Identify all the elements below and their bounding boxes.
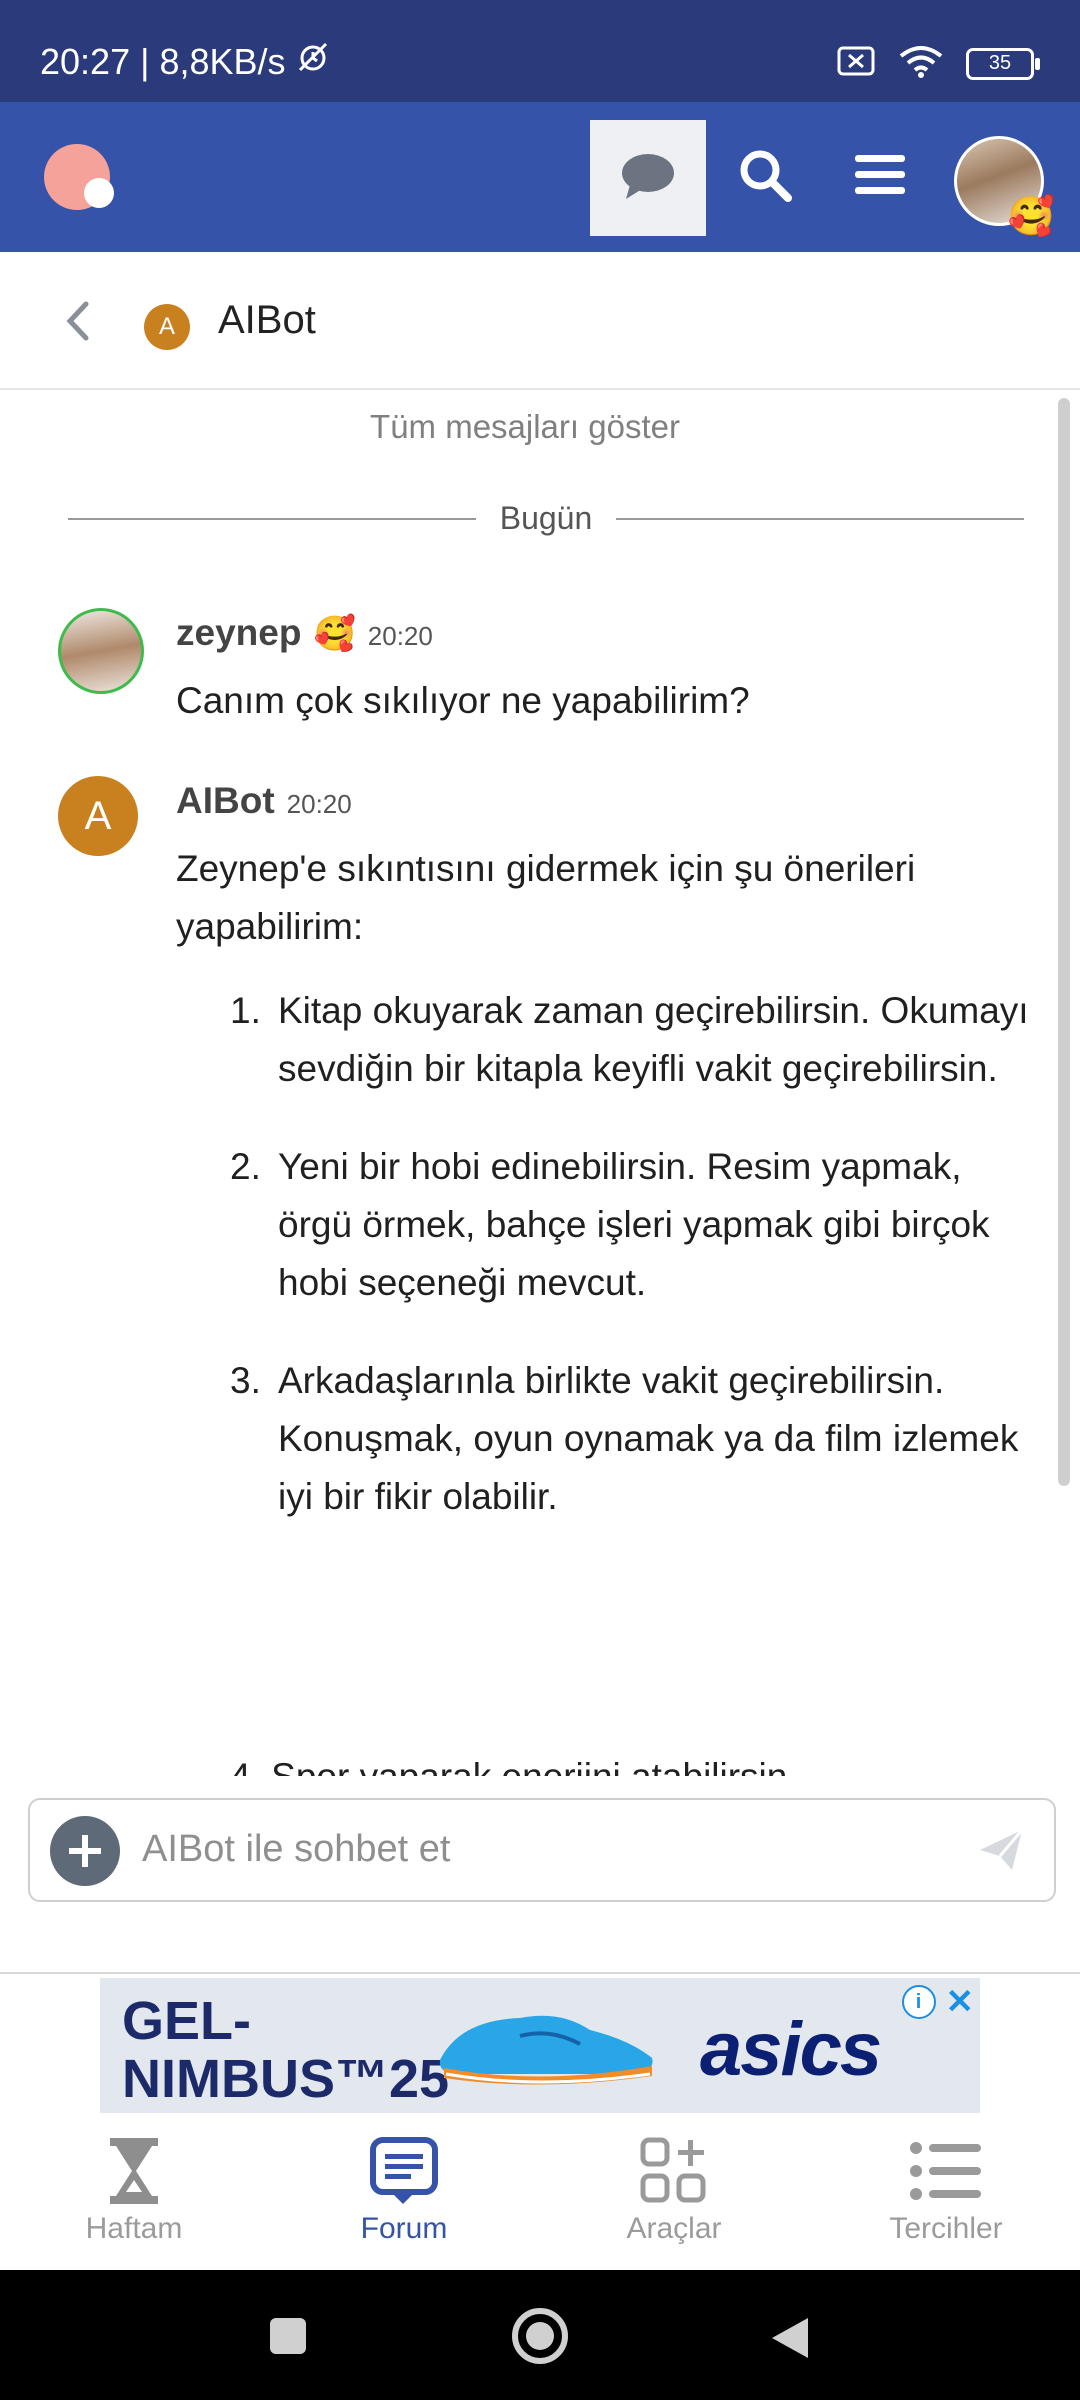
tools-grid-icon [574,2134,774,2208]
list-item-partial: 4. Spor yaparak enerjini atabilirsin. [230,1752,1030,1776]
ad-close-icon[interactable]: ✕ [946,1982,975,2022]
ad-brand: asics [700,2007,882,2092]
ad-product-name: GEL- NIMBUS™25 [122,1992,449,2108]
message-meta: zeynep 🥰 20:20 [176,612,433,654]
send-button[interactable] [978,1828,1024,1877]
search-button[interactable] [730,142,800,212]
ad-line2: NIMBUS™25 [122,2049,450,2109]
status-left: 20:27 | 8,8KB/s [40,40,330,83]
hamburger-icon [855,153,905,202]
message-text: Canım çok sıkılıyor ne yapabilirim? [176,680,750,721]
message-user: zeynep 🥰 20:20 Canım çok sıkılıyor ne ya… [58,608,1018,728]
composer: AIBot ile sohbet et [0,1776,1080,1974]
plus-icon [67,1820,103,1882]
send-icon [978,1829,1024,1876]
status-bar: 20:27 | 8,8KB/s 35 [0,0,1080,102]
nav-araclar[interactable]: Araçlar [574,2134,774,2246]
nav-label: Tercihler [889,2212,1003,2245]
chat-header: A AIBot [0,252,1080,390]
chevron-left-icon [62,301,92,350]
list-number: 3. [230,1360,261,1401]
nav-label: Forum [360,2212,448,2245]
nav-tercihler[interactable]: Tercihler [846,2134,1046,2246]
profile-avatar[interactable]: 🥰 [954,136,1055,238]
app-logo[interactable] [44,144,114,210]
home-button[interactable] [510,2306,570,2371]
alarm-off-icon [296,40,330,83]
back-system-button[interactable] [768,2314,812,2367]
show-all-messages-link[interactable]: Tüm mesajları göster [0,408,1050,446]
list-text: Spor yaparak enerjini atabilirsin. [271,1756,798,1776]
list-number: 1. [230,990,261,1031]
nav-label: Araçlar [626,2212,722,2245]
status-time-speed: 20:27 | 8,8KB/s [40,40,286,82]
recents-button[interactable] [268,2316,308,2361]
suggestion-list: 1. Kitap okuyarak zaman geçirebilirsin. … [230,982,1030,1566]
divider-line [68,517,476,520]
status-right: 35 [836,44,1040,83]
list-item: 1. Kitap okuyarak zaman geçirebilirsin. … [230,982,1030,1098]
list-text: Arkadaşlarınla birlikte vakit geçirebili… [278,1360,1019,1517]
header-avatar: A [144,304,190,350]
ad-controls: i ✕ [901,1982,975,2022]
shoe-image [439,2015,653,2085]
divider-line [616,517,1024,520]
message-time: 20:20 [286,789,352,819]
list-number: 4. [230,1756,261,1776]
add-attachment-button[interactable] [50,1816,120,1886]
date-divider: Bugün [68,500,1024,537]
hourglass-icon [34,2134,234,2208]
chat-bubble-icon [620,151,676,206]
square-icon [268,2318,308,2360]
chat-title: AIBot [218,298,316,342]
wifi-icon [898,44,944,83]
bottom-nav: Haftam Forum Araçlar Tercihler [0,2116,1080,2270]
nav-forum[interactable]: Forum [304,2134,504,2246]
forum-icon [304,2134,504,2208]
nav-label: Haftam [85,2212,183,2245]
list-text: Kitap okuyarak zaman geçirebilirsin. Oku… [278,990,1029,1089]
message-time: 20:20 [367,621,433,651]
date-label: Bugün [499,500,593,536]
bot-avatar[interactable]: A [58,776,138,856]
message-text: Zeynep'e sıkıntısını gidermek için şu ön… [176,848,916,947]
home-circle-icon [510,2308,570,2370]
back-button[interactable] [62,296,92,351]
nav-haftam[interactable]: Haftam [34,2134,234,2246]
list-item: 2. Yeni bir hobi edinebilirsin. Resim ya… [230,1138,1030,1312]
battery-icon: 35 [966,47,1040,80]
list-text: Yeni bir hobi edinebilirsin. Resim yapma… [278,1146,990,1303]
ad-line1: GEL- [122,1991,251,2051]
app-bar: 🥰 [0,102,1080,252]
author-emoji-icon: 🥰 [313,615,356,653]
list-number: 2. [230,1146,261,1187]
system-navigation-bar [0,2270,1080,2400]
author-name[interactable]: zeynep [176,612,301,654]
smiling-hearts-emoji-icon: 🥰 [1007,196,1055,238]
input-placeholder: AIBot ile sohbet et [142,1828,451,1870]
menu-button[interactable] [845,142,915,212]
search-icon [738,148,792,207]
message-bot: A AIBot 20:20 Zeynep'e sıkıntısını gider… [58,776,1018,976]
user-avatar[interactable] [58,608,144,694]
message-meta: AIBot 20:20 [176,780,352,822]
chat-button[interactable] [590,120,706,236]
list-item: 3. Arkadaşlarınla birlikte vakit geçireb… [230,1352,1030,1526]
author-name[interactable]: AIBot [176,780,275,822]
message-input[interactable]: AIBot ile sohbet et [28,1798,1056,1902]
ad-banner[interactable]: GEL- NIMBUS™25 asics i ✕ [100,1978,980,2113]
ad-info-icon[interactable]: i [901,1985,936,2019]
triangle-back-icon [768,2318,812,2366]
sim-off-icon [836,45,876,82]
list-icon [846,2134,1046,2208]
